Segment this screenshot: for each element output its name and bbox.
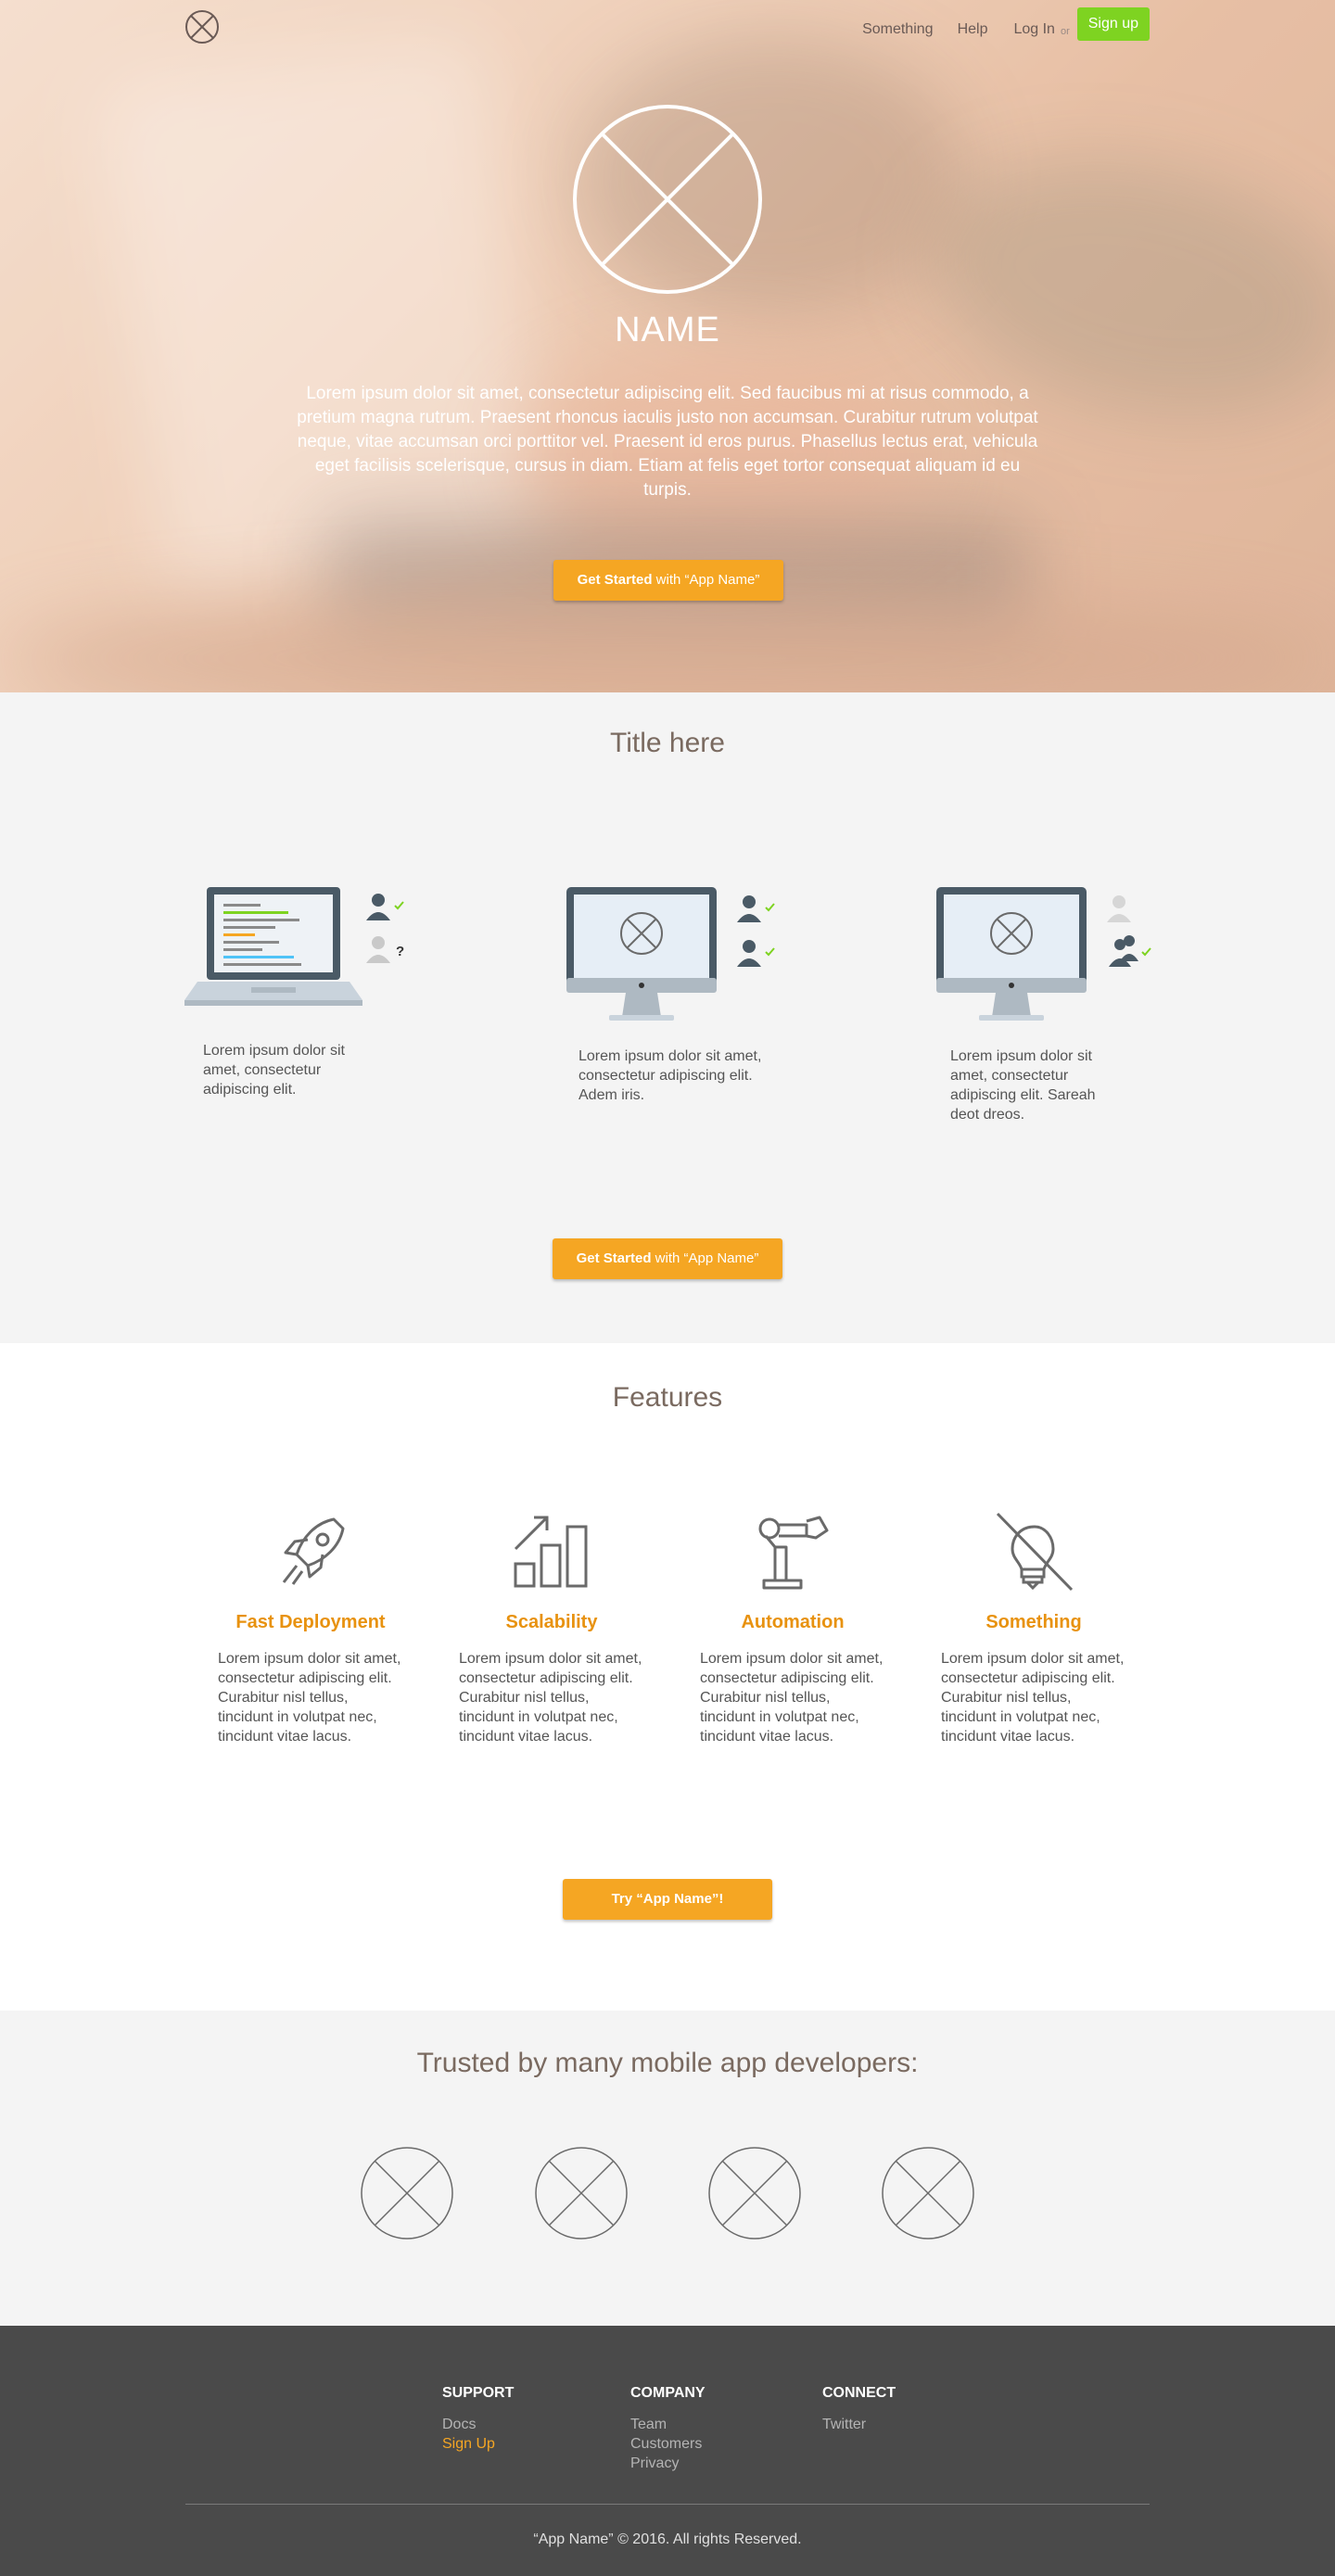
nav-links: Something Help Log In or Sign up (862, 7, 1150, 41)
footer-divider (185, 2504, 1150, 2505)
footer-column-company: COMPANY Team Customers Privacy (630, 2385, 706, 2473)
footer-link-privacy[interactable]: Privacy (630, 2454, 706, 2473)
cta-rest-label: with “App Name” (652, 572, 760, 588)
desktop-monitor-illustration (566, 887, 775, 1021)
get-started-button[interactable]: Get Started with “App Name” (553, 1238, 782, 1279)
footer-link-docs[interactable]: Docs (442, 2415, 514, 2434)
robot-arm-icon (758, 1516, 829, 1590)
cta-strong-label: Get Started (577, 572, 653, 588)
hero-get-started-button[interactable]: Get Started with “App Name” (553, 560, 783, 601)
trusted-section: Trusted by many mobile app developers: (0, 2011, 1335, 2326)
team-icon (1109, 935, 1138, 967)
feature-title: Fast Deployment (235, 1612, 386, 1632)
section-title: Title here (610, 728, 725, 758)
partner-logo-placeholder-icon (361, 2147, 453, 2240)
feature-text: Lorem ipsum dolor sit amet, consectetur … (941, 1651, 1125, 1745)
footer-link-twitter[interactable]: Twitter (822, 2415, 896, 2434)
footer-link-customers[interactable]: Customers (630, 2434, 706, 2454)
feature-title: Automation (741, 1612, 845, 1632)
footer-heading: SUPPORT (442, 2385, 515, 2401)
svg-text:?: ? (396, 944, 404, 959)
footer-heading: CONNECT (822, 2385, 896, 2401)
feature-description: Lorem ipsum dolor sit amet, consectetur … (203, 1043, 345, 1098)
hero-description: Lorem ipsum dolor sit amet, consectetur … (297, 384, 1038, 500)
user-icon (366, 936, 390, 963)
nav-or-text: or (1060, 26, 1070, 37)
hero-app-name: NAME (615, 311, 720, 349)
rocket-icon (282, 1517, 345, 1585)
title-section: Title here ? Lorem ipsum dolor sit amet,… (0, 692, 1335, 1343)
footer-link-signup[interactable]: Sign Up (442, 2434, 514, 2454)
feature-title: Something (985, 1612, 1082, 1632)
bar-growth-icon (514, 1516, 588, 1588)
user-icon (366, 894, 390, 920)
partner-logo-placeholder-icon (535, 2147, 628, 2240)
nav-link-login[interactable]: Log In (1013, 21, 1054, 38)
feature-text: Lorem ipsum dolor sit amet, consectetur … (218, 1651, 401, 1745)
try-app-button[interactable]: Try “App Name”! (563, 1879, 772, 1920)
hero-section: Something Help Log In or Sign up NAME Lo… (0, 0, 1335, 692)
footer-heading: COMPANY (630, 2385, 706, 2401)
no-lightbulb-icon (996, 1512, 1074, 1592)
feature-description: Lorem ipsum dolor sit amet, consectetur … (950, 1048, 1096, 1123)
user-icon (737, 895, 761, 922)
user-icon (737, 940, 761, 967)
nav-link-something[interactable]: Something (862, 21, 934, 38)
user-icon (1107, 895, 1131, 922)
top-navigation: Something Help Log In or Sign up (0, 0, 1335, 52)
laptop-code-illustration: ? (184, 887, 404, 1006)
section-title: Trusted by many mobile app developers: (416, 2048, 919, 2078)
partner-logo-placeholder-icon (708, 2147, 801, 2240)
logo-icon[interactable] (184, 9, 220, 44)
cta-strong-label: Get Started (576, 1250, 652, 1266)
footer-link-team[interactable]: Team (630, 2415, 706, 2434)
copyright-text: “App Name” © 2016. All rights Reserved. (533, 2532, 802, 2547)
desktop-team-illustration (936, 887, 1151, 1021)
feature-description: Lorem ipsum dolor sit amet, consectetur … (578, 1048, 762, 1103)
feature-text: Lorem ipsum dolor sit amet, consectetur … (700, 1651, 884, 1745)
page-footer: SUPPORT Docs Sign Up COMPANY Team Custom… (0, 2326, 1335, 2576)
partner-logo-placeholder-icon (882, 2147, 974, 2240)
feature-title: Scalability (505, 1612, 598, 1632)
nav-link-help[interactable]: Help (958, 21, 988, 38)
features-section: Features Fast Deployment Lorem ipsum dol… (0, 1343, 1335, 2011)
section-title: Features (612, 1382, 723, 1413)
feature-text: Lorem ipsum dolor sit amet, consectetur … (459, 1651, 642, 1745)
footer-column-connect: CONNECT Twitter (822, 2385, 896, 2434)
footer-column-support: SUPPORT Docs Sign Up (442, 2385, 514, 2454)
hero-logo-placeholder-icon (573, 105, 762, 294)
cta-rest-label: with “App Name” (651, 1250, 759, 1266)
signup-button[interactable]: Sign up (1076, 7, 1150, 41)
